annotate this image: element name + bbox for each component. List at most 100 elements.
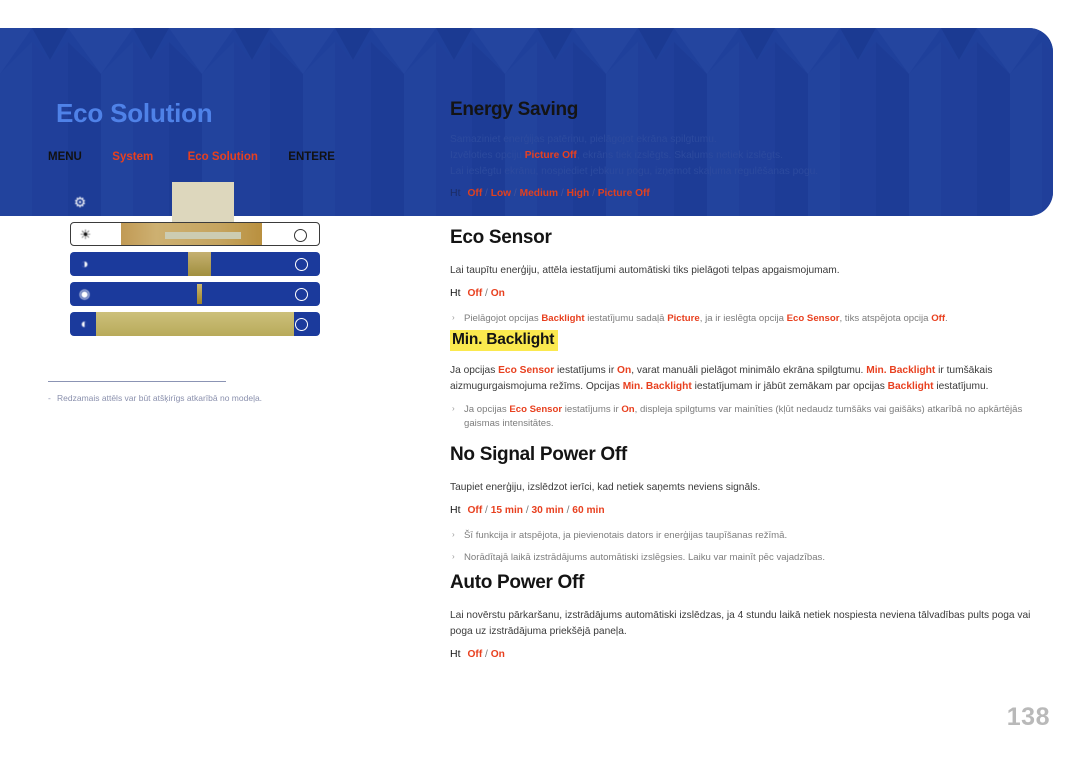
osd-toggle-4[interactable] [295,318,308,331]
section-min-backlight: Min. Backlight Ja opcijas Eco Sensor ies… [450,330,1035,431]
body-text: Taupiet enerģiju, izslēdzot ierīci, kad … [450,482,761,493]
osd-row-2[interactable]: ◑ [70,252,320,276]
keyword-off: Off [931,312,946,324]
breadcrumb-level1[interactable]: System [112,151,153,164]
note-bullet: › Norādītajā laikā izstrādājums automātis… [450,551,1035,565]
note-bullet: › Ja opcijas Eco Sensor iestatījums ir On… [450,403,1035,432]
breadcrumb-level2[interactable]: Eco Solution [188,151,258,164]
body-text-part: Izvēloties opciju [450,149,525,161]
option-list: Ht Off / On [450,646,1035,663]
section-heading: Auto Power Off [450,572,585,593]
option-list: Ht Off / Low / Medium / High / Picture Of… [450,185,1035,202]
body-text-part: iestatījums ir [554,365,618,376]
option-value[interactable]: Picture Off [598,188,650,199]
osd-toggle-1[interactable] [294,229,307,242]
body-text-part: iestatījumu. [933,380,989,392]
body-text-part: , tiks atspējota opcija [839,312,932,324]
section-auto-power-off: Auto Power Off Lai novērstu pārkaršanu, … [450,573,1035,662]
right-column: Energy Saving Samaziniet enerģijas patēr… [450,0,1050,763]
option-value[interactable]: Medium [520,188,559,199]
note-bullet: › Pielāgojot opcijas Backlight iestatījum… [450,312,1035,326]
option-list: Ht Off / 15 min / 30 min / 60 min [450,502,1035,519]
breadcrumb-menu[interactable]: MENU [48,151,82,164]
osd-toggle-3[interactable] [295,288,308,301]
body-text-part: iestatījumu sadaļā [584,312,668,324]
body-text-part: Šī funkcija ir atspējota, ja pievienotai… [464,529,788,541]
keyword-eco-sensor: Eco Sensor [498,365,555,376]
footnote-dash: - [48,393,51,403]
osd-menu-screenshot: ⚙ ☀ ◑ ◉ ◐ [60,182,330,343]
page-title: Eco Solution [56,98,213,128]
osd-slider-knob-2[interactable] [188,252,211,276]
menu-icon: ⚙ [73,194,87,210]
enter-arrow-icon: Ht [450,286,461,299]
option-value[interactable]: Off [468,505,483,516]
option-value[interactable]: Off [468,649,483,660]
body-text: Ja opcijas Eco Sensor iestatījums ir On,… [450,363,1035,395]
breadcrumb: MENU System Eco Solution ENTERE [48,151,335,164]
bullet-marker-icon: › [452,312,455,322]
body-text-part: , ja ir ieslēgta opcija [699,312,787,324]
keyword-min-backlight: Min. Backlight [622,380,692,392]
option-value[interactable]: 60 min [572,505,604,516]
breadcrumb-enter[interactable]: ENTERE [288,151,335,164]
osd-slider-knob-1[interactable] [165,232,241,239]
manual-page: Eco Solution MENU System Eco Solution EN… [0,0,1080,763]
body-text-part: Pielāgojot opcijas [464,312,542,324]
body-text-part: . [945,312,948,324]
page-number: 138 [1006,703,1050,731]
option-value[interactable]: Off [468,188,483,199]
section-heading-wrap: Min. Backlight [450,330,1035,351]
keyword-on: On [617,365,632,376]
footnote: - Redzamais attēls var būt atšķirīgs atka… [48,393,378,405]
body-text-part: , ekrāns tiek izslēgts. Skaļums netiek i… [576,149,783,161]
keyword-on: On [621,403,635,415]
option-value[interactable]: High [567,188,590,199]
body-text: Samaziniet enerģijas patēriņu, pielāgojo… [450,134,717,145]
body-text: Lai ieslēgtu ekrānu, nospiediet jebkuru … [450,165,819,177]
osd-row-3[interactable]: ◉ [70,282,320,306]
section-heading: Min. Backlight [450,330,559,351]
osd-slider-knob-3[interactable] [197,284,202,304]
note-bullet: › Šī funkcija ir atspējota, ja pievienota… [450,529,1035,543]
body-text-part: Ja opcijas [464,403,510,415]
keyword-backlight: Backlight [541,312,585,324]
option-value[interactable]: On [491,288,505,299]
body-text: Izvēloties opciju Picture Off, ekrāns ti… [450,148,1035,164]
section-heading: Eco Sensor [450,227,552,248]
section-energy-saving: Energy Saving Samaziniet enerģijas patēr… [450,100,1035,202]
body-text: poga uz izstrādājuma priekšējā paneļa. [450,625,627,637]
body-text: Lai taupītu enerģiju, attēla iestatījumi… [450,265,840,276]
body-text: Lai novērstu pārkaršanu, izstrādājums au… [450,610,1031,621]
enter-arrow-icon: Ht [450,503,461,516]
body-text-part: iestatījums ir [562,403,622,415]
osd-slider-fill-4[interactable] [96,312,294,336]
option-list: Ht Off / On [450,285,1035,302]
osd-toggle-2[interactable] [295,258,308,271]
body-text-part: , varat manuāli pielāgot minimālo ekrāna… [631,365,867,376]
section-heading: No Signal Power Off [450,444,627,465]
keyword-min-backlight: Min. Backlight [866,365,936,376]
keyword-eco-sensor: Eco Sensor [509,403,563,415]
left-column: Eco Solution MENU System Eco Solution EN… [0,0,430,763]
section-no-signal-power-off: No Signal Power Off Taupiet enerģiju, iz… [450,445,1035,565]
keyword-picture-off: Picture Off [524,149,577,161]
bullet-marker-icon: › [452,403,455,413]
enter-arrow-icon: Ht [450,187,461,200]
option-value[interactable]: Off [468,288,483,299]
footnote-divider [48,381,226,382]
bullet-marker-icon: › [452,529,455,539]
brightness-icon: ☀ [79,227,92,242]
osd-row-4[interactable]: ◐ [70,312,320,336]
body-text-part: iestatījumam ir jābūt zemākam par opcija… [691,380,888,392]
option-value[interactable]: On [491,649,505,660]
section-eco-sensor: Eco Sensor Lai taupītu enerģiju, attēla … [450,228,1035,326]
color-icon: ◐ [80,316,89,331]
option-value[interactable]: 15 min [491,505,523,516]
sharpness-icon: ◉ [78,286,91,301]
option-value[interactable]: 30 min [532,505,564,516]
keyword-backlight: Backlight [887,380,934,392]
option-value[interactable]: Low [491,188,511,199]
section-heading: Energy Saving [450,99,579,120]
osd-row-1[interactable]: ☀ [70,222,320,246]
